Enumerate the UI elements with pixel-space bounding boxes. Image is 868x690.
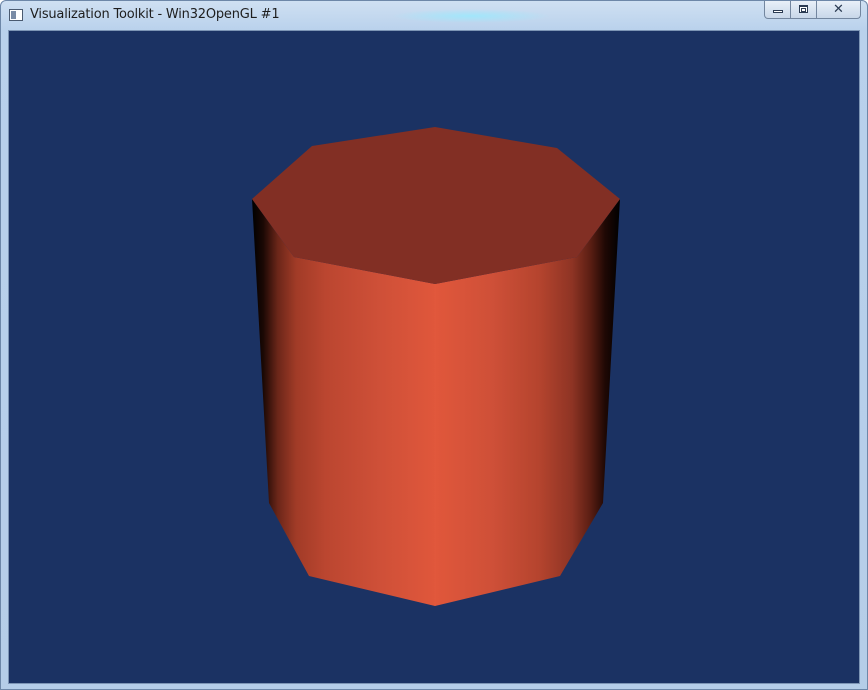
app-window-icon[interactable] [9, 9, 23, 21]
title-bar[interactable]: Visualization Toolkit - Win32OpenGL #1 ✕ [1, 1, 867, 30]
close-button[interactable]: ✕ [817, 1, 861, 19]
close-icon: ✕ [833, 2, 844, 17]
caption-buttons: ✕ [764, 1, 861, 21]
title-bar-glow [391, 9, 551, 23]
render-canvas[interactable] [9, 31, 860, 684]
octagonal-cylinder[interactable] [252, 127, 620, 606]
maximize-button[interactable] [791, 1, 817, 19]
minimize-button[interactable] [764, 1, 791, 19]
render-viewport[interactable] [8, 30, 860, 684]
window-title: Visualization Toolkit - Win32OpenGL #1 [30, 7, 280, 22]
vtk-render-window: Visualization Toolkit - Win32OpenGL #1 ✕ [0, 0, 868, 690]
maximize-icon [799, 5, 808, 13]
minimize-icon [773, 10, 783, 13]
